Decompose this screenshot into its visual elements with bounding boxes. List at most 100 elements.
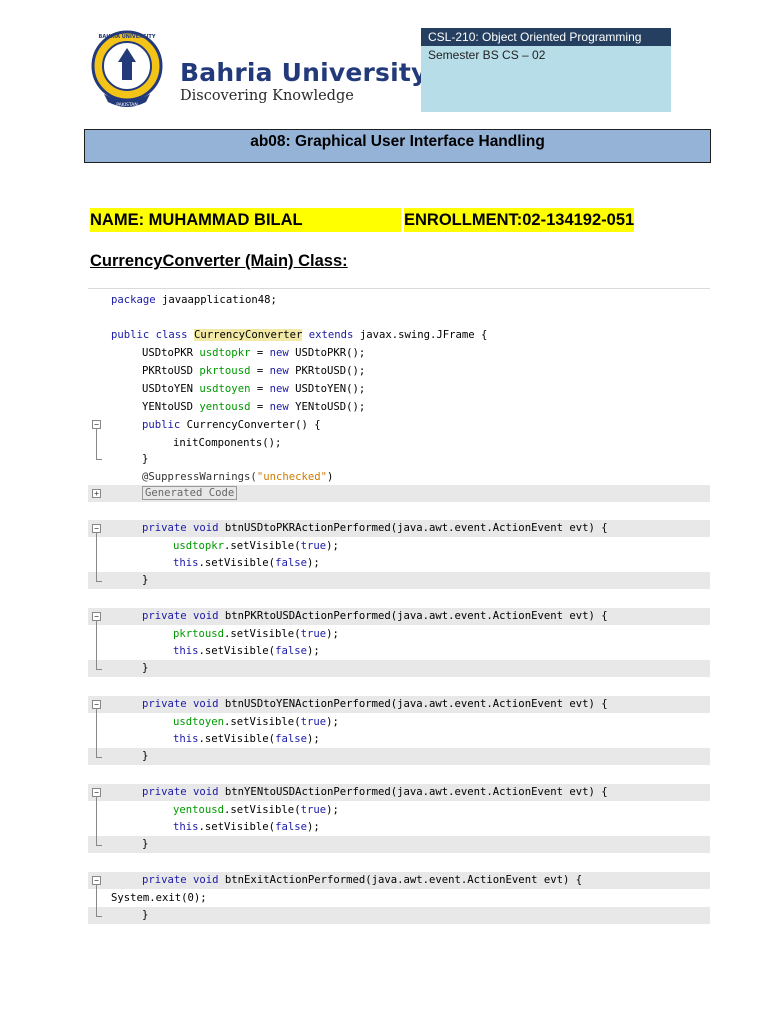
string-literal: "unchecked": [256, 471, 327, 483]
code-line-method-end: }: [88, 660, 710, 677]
code-text: );: [326, 628, 339, 640]
code-text: USDtoPKR();: [288, 347, 366, 359]
fold-collapse-icon[interactable]: −: [92, 612, 101, 621]
code-text: .setVisible(: [198, 733, 276, 745]
fold-guide-end: [96, 916, 102, 917]
code-text: .setVisible(: [224, 628, 301, 640]
operator: =: [250, 383, 270, 395]
fold-guide-end: [96, 845, 102, 846]
code-line-method-decl: private void btnYENtoUSDActionPerformed(…: [88, 784, 710, 801]
field-name: yentousd: [173, 804, 225, 816]
code-text: btnUSDtoPKRActionPerformed(java.awt.even…: [218, 522, 608, 534]
code-line-method-body: yentousd.setVisible(true);: [88, 802, 710, 819]
code-line-method-body: this.setVisible(false);: [88, 643, 710, 660]
class-name: CurrencyConverter: [193, 329, 303, 341]
university-seal-icon: BAHRIA UNIVERSITY PAKISTAN: [91, 30, 163, 108]
keyword: new: [269, 347, 289, 359]
code-text: .setVisible(: [198, 821, 276, 833]
code-text: );: [306, 733, 320, 745]
operator: =: [250, 401, 270, 413]
code-text: System.exit(0);: [111, 892, 207, 904]
generated-code-fold[interactable]: Generated Code: [142, 486, 238, 500]
code-text: YENtoUSD();: [288, 401, 366, 413]
student-name: NAME: MUHAMMAD BILAL: [90, 208, 401, 232]
keyword: true: [300, 628, 327, 640]
keyword: new: [269, 401, 289, 413]
field-name: usdtopkr: [199, 347, 251, 359]
type-name: YENtoUSD: [142, 401, 194, 413]
code-text: PKRtoUSD();: [288, 365, 366, 377]
code-line-method-body: this.setVisible(false);: [88, 555, 710, 572]
keyword: private void: [142, 786, 219, 798]
code-text: );: [326, 804, 339, 816]
code-line-package: package javaapplication48;: [88, 292, 710, 309]
fold-guide-end: [96, 581, 102, 582]
code-top-rule: [88, 288, 710, 289]
code-text: );: [306, 821, 320, 833]
code-line-method-end: }: [88, 836, 710, 853]
keyword: false: [275, 557, 307, 569]
university-tagline: Discovering Knowledge: [180, 88, 354, 104]
keyword: new: [269, 365, 289, 377]
code-line-method-body: this.setVisible(false);: [88, 731, 710, 748]
code-text: .setVisible(: [224, 804, 301, 816]
keyword: extends: [308, 329, 354, 341]
code-text: .setVisible(: [198, 645, 276, 657]
keyword: public: [142, 419, 181, 431]
code-line-field: YENtoUSD yentousd = new YENtoUSD();: [88, 399, 710, 416]
code-text: }: [142, 750, 149, 762]
fold-collapse-icon[interactable]: −: [92, 876, 101, 885]
code-line-method-body: pkrtousd.setVisible(true);: [88, 626, 710, 643]
fold-collapse-icon[interactable]: −: [92, 524, 101, 533]
fold-guide-end: [96, 669, 102, 670]
code-text: );: [326, 716, 339, 728]
code-line-init: initComponents();: [88, 435, 710, 452]
code-text: btnUSDtoYENActionPerformed(java.awt.even…: [218, 698, 608, 710]
code-text: btnYENtoUSDActionPerformed(java.awt.even…: [218, 786, 608, 798]
keyword: private void: [142, 522, 219, 534]
keyword: true: [300, 540, 327, 552]
annotation: @SuppressWarnings(: [142, 471, 257, 483]
course-code-title: CSL-210: Object Oriented Programming: [421, 28, 671, 46]
code-text: CurrencyConverter() {: [180, 419, 321, 431]
code-text: javaapplication48;: [155, 294, 277, 306]
keyword: public: [111, 329, 150, 341]
code-text: javax.swing.JFrame {: [353, 329, 488, 341]
keyword: false: [275, 733, 307, 745]
field-name: usdtoyen: [199, 383, 251, 395]
code-listing: package javaapplication48; public class …: [88, 288, 710, 928]
field-name: usdtoyen: [173, 716, 225, 728]
code-text: );: [306, 557, 320, 569]
code-text: btnPKRtoUSDActionPerformed(java.awt.even…: [218, 610, 608, 622]
enrollment-row: ENROLLMENT:02-134192-051: [404, 208, 651, 232]
code-line-method-body: usdtopkr.setVisible(true);: [88, 538, 710, 555]
keyword: private void: [142, 874, 219, 886]
code-text: }: [142, 453, 149, 465]
fold-expand-icon[interactable]: +: [92, 489, 101, 498]
operator: =: [250, 365, 270, 377]
fold-collapse-icon[interactable]: −: [92, 788, 101, 797]
keyword: private void: [142, 610, 219, 622]
university-header: BAHRIA UNIVERSITY PAKISTAN Bahria Univer…: [90, 28, 427, 114]
field-name: pkrtousd: [199, 365, 251, 377]
code-line-class-decl: public class CurrencyConverter extends j…: [88, 327, 710, 344]
code-text: }: [142, 838, 149, 850]
university-name: Bahria University: [180, 58, 428, 87]
course-semester: Semester BS CS – 02: [428, 48, 546, 62]
code-text: }: [142, 574, 149, 586]
fold-guide: [96, 709, 97, 757]
fold-collapse-icon[interactable]: −: [92, 700, 101, 709]
keyword: false: [275, 821, 307, 833]
type-name: USDtoYEN: [142, 383, 194, 395]
code-line-method-end: }: [88, 572, 710, 589]
code-line-constructor: public CurrencyConverter() {: [88, 417, 710, 434]
operator: =: [250, 347, 270, 359]
code-text: btnExitActionPerformed(java.awt.event.Ac…: [218, 874, 583, 886]
keyword: private void: [142, 698, 219, 710]
code-line-method-body: System.exit(0);: [88, 890, 710, 907]
code-text: );: [326, 540, 339, 552]
keyword: true: [300, 804, 327, 816]
fold-guide-end: [96, 757, 102, 758]
code-text: .setVisible(: [224, 716, 301, 728]
code-line-close-brace: }: [88, 451, 710, 468]
